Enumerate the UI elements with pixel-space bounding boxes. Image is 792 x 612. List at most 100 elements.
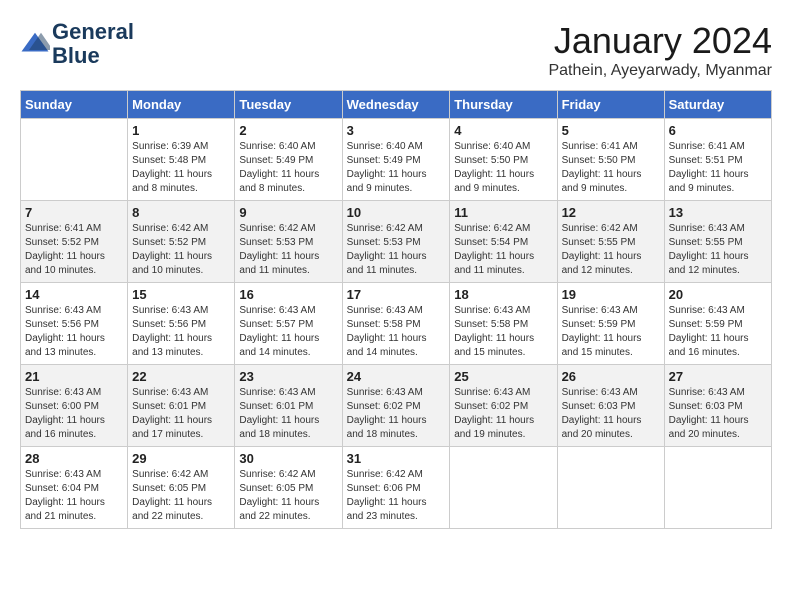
- day-number: 27: [669, 369, 767, 384]
- day-of-week-header: Wednesday: [342, 91, 450, 119]
- day-info: Sunrise: 6:42 AMSunset: 5:53 PMDaylight:…: [239, 222, 337, 278]
- day-info: Sunrise: 6:41 AMSunset: 5:51 PMDaylight:…: [669, 140, 767, 196]
- day-number: 24: [347, 369, 446, 384]
- calendar-cell: 23 Sunrise: 6:43 AMSunset: 6:01 PMDayligh…: [235, 365, 342, 447]
- calendar-cell: [664, 447, 771, 529]
- day-number: 4: [454, 123, 552, 138]
- day-info: Sunrise: 6:41 AMSunset: 5:52 PMDaylight:…: [25, 222, 123, 278]
- calendar-cell: 2 Sunrise: 6:40 AMSunset: 5:49 PMDaylight…: [235, 119, 342, 201]
- calendar-table: SundayMondayTuesdayWednesdayThursdayFrid…: [20, 90, 772, 529]
- calendar-cell: 16 Sunrise: 6:43 AMSunset: 5:57 PMDayligh…: [235, 283, 342, 365]
- day-info: Sunrise: 6:43 AMSunset: 6:01 PMDaylight:…: [239, 386, 337, 442]
- day-info: Sunrise: 6:43 AMSunset: 5:59 PMDaylight:…: [562, 304, 660, 360]
- calendar-week-row: 28 Sunrise: 6:43 AMSunset: 6:04 PMDayligh…: [21, 447, 772, 529]
- day-info: Sunrise: 6:43 AMSunset: 5:55 PMDaylight:…: [669, 222, 767, 278]
- calendar-cell: 13 Sunrise: 6:43 AMSunset: 5:55 PMDayligh…: [664, 201, 771, 283]
- day-of-week-header: Saturday: [664, 91, 771, 119]
- day-of-week-header: Sunday: [21, 91, 128, 119]
- day-number: 18: [454, 287, 552, 302]
- day-number: 20: [669, 287, 767, 302]
- day-info: Sunrise: 6:43 AMSunset: 5:58 PMDaylight:…: [454, 304, 552, 360]
- day-number: 21: [25, 369, 123, 384]
- day-number: 23: [239, 369, 337, 384]
- calendar-cell: 20 Sunrise: 6:43 AMSunset: 5:59 PMDayligh…: [664, 283, 771, 365]
- calendar-cell: [21, 119, 128, 201]
- calendar-cell: 12Sunrise: 6:42 AMSunset: 5:55 PMDayligh…: [557, 201, 664, 283]
- day-info: Sunrise: 6:42 AMSunset: 5:54 PMDaylight:…: [454, 222, 552, 278]
- day-info: Sunrise: 6:43 AMSunset: 6:02 PMDaylight:…: [347, 386, 446, 442]
- page-header: General Blue January 2024 Pathein, Ayeya…: [20, 20, 772, 80]
- calendar-cell: 10Sunrise: 6:42 AMSunset: 5:53 PMDayligh…: [342, 201, 450, 283]
- calendar-cell: 24 Sunrise: 6:43 AMSunset: 6:02 PMDayligh…: [342, 365, 450, 447]
- calendar-cell: 27Sunrise: 6:43 AMSunset: 6:03 PMDayligh…: [664, 365, 771, 447]
- day-info: Sunrise: 6:43 AMSunset: 5:56 PMDaylight:…: [25, 304, 123, 360]
- day-info: Sunrise: 6:42 AMSunset: 6:05 PMDaylight:…: [132, 468, 230, 524]
- day-number: 28: [25, 451, 123, 466]
- calendar-cell: 28 Sunrise: 6:43 AMSunset: 6:04 PMDayligh…: [21, 447, 128, 529]
- calendar-cell: 8 Sunrise: 6:42 AMSunset: 5:52 PMDaylight…: [128, 201, 235, 283]
- logo-line2: Blue: [52, 44, 134, 68]
- day-info: Sunrise: 6:43 AMSunset: 6:04 PMDaylight:…: [25, 468, 123, 524]
- logo: General Blue: [20, 20, 134, 68]
- day-number: 26: [562, 369, 660, 384]
- day-info: Sunrise: 6:43 AMSunset: 5:58 PMDaylight:…: [347, 304, 446, 360]
- calendar-header-row: SundayMondayTuesdayWednesdayThursdayFrid…: [21, 91, 772, 119]
- calendar-cell: 30Sunrise: 6:42 AMSunset: 6:05 PMDayligh…: [235, 447, 342, 529]
- logo-line1: General: [52, 20, 134, 44]
- logo-icon: [20, 29, 50, 59]
- calendar-cell: 18 Sunrise: 6:43 AMSunset: 5:58 PMDayligh…: [450, 283, 557, 365]
- calendar-cell: 14 Sunrise: 6:43 AMSunset: 5:56 PMDayligh…: [21, 283, 128, 365]
- calendar-week-row: 21 Sunrise: 6:43 AMSunset: 6:00 PMDayligh…: [21, 365, 772, 447]
- calendar-cell: 6 Sunrise: 6:41 AMSunset: 5:51 PMDaylight…: [664, 119, 771, 201]
- location-subtitle: Pathein, Ayeyarwady, Myanmar: [548, 62, 772, 80]
- day-info: Sunrise: 6:40 AMSunset: 5:49 PMDaylight:…: [347, 140, 446, 196]
- day-number: 12: [562, 205, 660, 220]
- calendar-cell: 5Sunrise: 6:41 AMSunset: 5:50 PMDaylight…: [557, 119, 664, 201]
- day-number: 25: [454, 369, 552, 384]
- calendar-cell: 3 Sunrise: 6:40 AMSunset: 5:49 PMDaylight…: [342, 119, 450, 201]
- day-number: 11: [454, 205, 552, 220]
- day-info: Sunrise: 6:43 AMSunset: 6:00 PMDaylight:…: [25, 386, 123, 442]
- title-block: January 2024 Pathein, Ayeyarwady, Myanma…: [548, 20, 772, 80]
- day-info: Sunrise: 6:42 AMSunset: 6:06 PMDaylight:…: [347, 468, 446, 524]
- day-of-week-header: Monday: [128, 91, 235, 119]
- calendar-cell: 31 Sunrise: 6:42 AMSunset: 6:06 PMDayligh…: [342, 447, 450, 529]
- day-number: 19: [562, 287, 660, 302]
- day-of-week-header: Tuesday: [235, 91, 342, 119]
- day-info: Sunrise: 6:42 AMSunset: 5:52 PMDaylight:…: [132, 222, 230, 278]
- calendar-cell: [450, 447, 557, 529]
- calendar-cell: 26 Sunrise: 6:43 AMSunset: 6:03 PMDayligh…: [557, 365, 664, 447]
- calendar-week-row: 1 Sunrise: 6:39 AMSunset: 5:48 PMDaylight…: [21, 119, 772, 201]
- day-info: Sunrise: 6:41 AMSunset: 5:50 PMDaylight:…: [562, 140, 660, 196]
- day-number: 15: [132, 287, 230, 302]
- calendar-cell: 29Sunrise: 6:42 AMSunset: 6:05 PMDayligh…: [128, 447, 235, 529]
- day-number: 6: [669, 123, 767, 138]
- day-number: 7: [25, 205, 123, 220]
- day-info: Sunrise: 6:42 AMSunset: 6:05 PMDaylight:…: [239, 468, 337, 524]
- calendar-cell: 11 Sunrise: 6:42 AMSunset: 5:54 PMDayligh…: [450, 201, 557, 283]
- day-info: Sunrise: 6:39 AMSunset: 5:48 PMDaylight:…: [132, 140, 230, 196]
- calendar-cell: 19 Sunrise: 6:43 AMSunset: 5:59 PMDayligh…: [557, 283, 664, 365]
- day-info: Sunrise: 6:43 AMSunset: 5:57 PMDaylight:…: [239, 304, 337, 360]
- day-number: 8: [132, 205, 230, 220]
- day-number: 3: [347, 123, 446, 138]
- day-number: 22: [132, 369, 230, 384]
- day-number: 13: [669, 205, 767, 220]
- day-number: 14: [25, 287, 123, 302]
- day-number: 31: [347, 451, 446, 466]
- calendar-cell: 1 Sunrise: 6:39 AMSunset: 5:48 PMDaylight…: [128, 119, 235, 201]
- calendar-cell: 4Sunrise: 6:40 AMSunset: 5:50 PMDaylight…: [450, 119, 557, 201]
- day-info: Sunrise: 6:43 AMSunset: 6:03 PMDaylight:…: [562, 386, 660, 442]
- day-number: 16: [239, 287, 337, 302]
- calendar-cell: 22 Sunrise: 6:43 AMSunset: 6:01 PMDayligh…: [128, 365, 235, 447]
- calendar-week-row: 7 Sunrise: 6:41 AMSunset: 5:52 PMDaylight…: [21, 201, 772, 283]
- calendar-cell: 17Sunrise: 6:43 AMSunset: 5:58 PMDayligh…: [342, 283, 450, 365]
- calendar-week-row: 14 Sunrise: 6:43 AMSunset: 5:56 PMDayligh…: [21, 283, 772, 365]
- calendar-cell: [557, 447, 664, 529]
- day-number: 2: [239, 123, 337, 138]
- day-info: Sunrise: 6:43 AMSunset: 6:01 PMDaylight:…: [132, 386, 230, 442]
- calendar-cell: 7 Sunrise: 6:41 AMSunset: 5:52 PMDaylight…: [21, 201, 128, 283]
- day-info: Sunrise: 6:43 AMSunset: 5:59 PMDaylight:…: [669, 304, 767, 360]
- day-number: 1: [132, 123, 230, 138]
- day-info: Sunrise: 6:40 AMSunset: 5:49 PMDaylight:…: [239, 140, 337, 196]
